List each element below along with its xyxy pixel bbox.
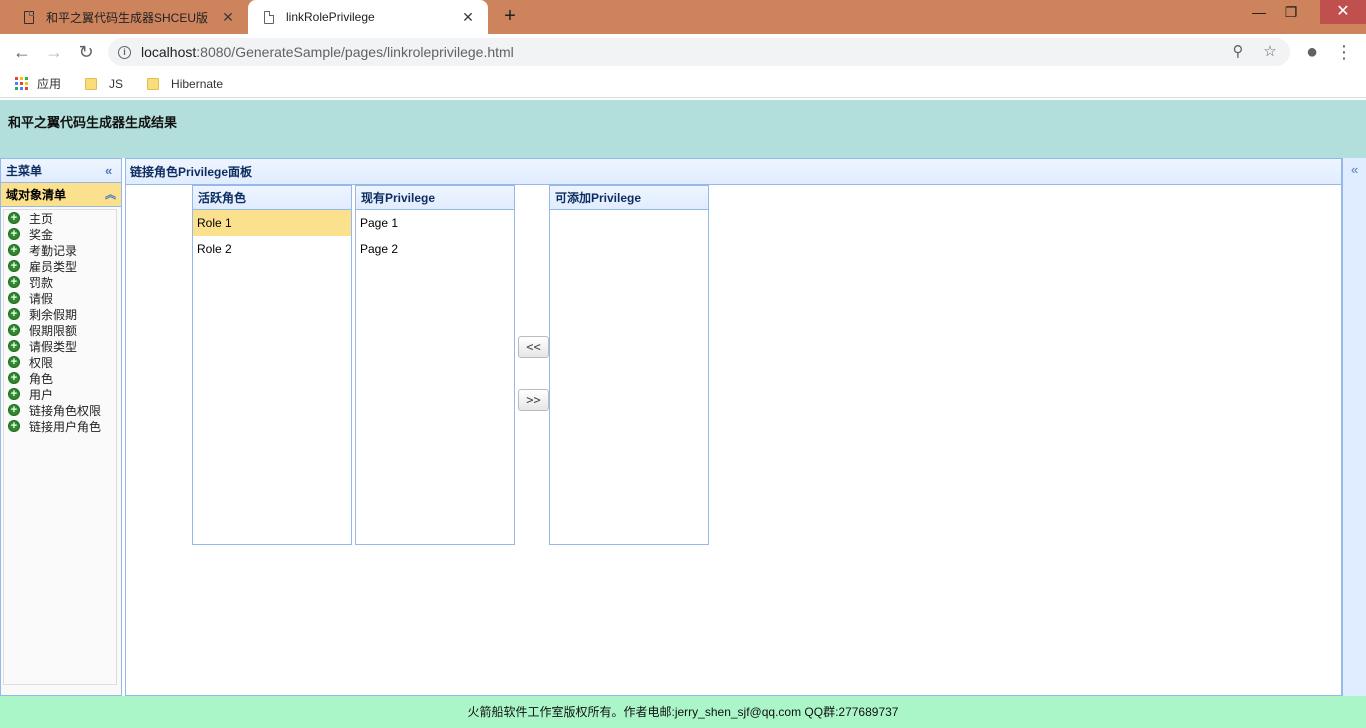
center-panel-header: 链接角色Privilege面板 — [126, 159, 1341, 185]
list-item-page-1[interactable]: Page 1 — [356, 210, 514, 236]
close-tab-icon[interactable]: ✕ — [220, 9, 236, 25]
minimize-window-button[interactable]: — — [1244, 0, 1274, 24]
menu-kebab-icon[interactable]: ⋮ — [1332, 40, 1356, 64]
plus-icon: + — [8, 212, 20, 224]
menu-item-attendance[interactable]: + 考勤记录 — [4, 242, 116, 258]
address-bar[interactable]: i localhost:8080/GenerateSample/pages/li… — [108, 38, 1290, 66]
list-item-role-2[interactable]: Role 2 — [193, 236, 351, 262]
remove-privilege-button[interactable]: >> — [518, 389, 549, 411]
apps-icon — [15, 77, 28, 90]
center-panel-title: 链接角色Privilege面板 — [130, 165, 253, 179]
active-roles-list: 活跃角色 Role 1 Role 2 — [192, 185, 352, 545]
document-icon — [24, 10, 34, 24]
url-text: localhost:8080/GenerateSample/pages/link… — [141, 44, 514, 60]
plus-icon: + — [8, 292, 20, 304]
list-item-role-1[interactable]: Role 1 — [193, 210, 351, 236]
bookmark-apps[interactable]: 应用 — [15, 75, 61, 92]
close-window-button[interactable]: ✕ — [1320, 0, 1366, 24]
document-icon — [264, 10, 274, 24]
current-privileges-list: 现有Privilege Page 1 Page 2 — [355, 185, 515, 545]
menu-item-link-user-role[interactable]: + 链接用户角色 — [4, 418, 116, 434]
plus-icon: + — [8, 324, 20, 336]
plus-icon: + — [8, 276, 20, 288]
plus-icon: + — [8, 340, 20, 352]
tab-title: 和平之翼代码生成器SHCEU版 — [46, 10, 209, 25]
copyright-footer: 火箭船软件工作室版权所有。作者电邮:jerry_shen_sjf@qq.com … — [0, 696, 1366, 728]
browser-tab-linkroleprivilege[interactable]: linkRolePrivilege ✕ — [248, 0, 488, 34]
menu-item-home[interactable]: + 主页 — [4, 210, 116, 226]
menu-item-user[interactable]: + 用户 — [4, 386, 116, 402]
menu-item-bonus[interactable]: + 奖金 — [4, 226, 116, 242]
folder-icon — [147, 77, 160, 90]
menu-item-leave[interactable]: + 请假 — [4, 290, 116, 306]
plus-icon: + — [8, 404, 20, 416]
app-header: 和平之翼代码生成器生成结果 — [0, 100, 1366, 158]
add-privilege-button[interactable]: << — [518, 336, 549, 358]
menu-item-leave-type[interactable]: + 请假类型 — [4, 338, 116, 354]
plus-icon: + — [8, 388, 20, 400]
current-privileges-header: 现有Privilege — [356, 186, 514, 210]
plus-icon: + — [8, 244, 20, 256]
main-menu-title: 主菜单 — [6, 164, 43, 178]
active-roles-header: 活跃角色 — [193, 186, 351, 210]
menu-item-fine[interactable]: + 罚款 — [4, 274, 116, 290]
bookmark-hibernate[interactable]: Hibernate — [147, 77, 223, 91]
chevron-up-icon[interactable]: ︽ — [105, 186, 116, 202]
bookmark-label: 应用 — [37, 77, 62, 91]
menu-item-role[interactable]: + 角色 — [4, 370, 116, 386]
browser-tab-bar: 和平之翼代码生成器SHCEU版 ✕ linkRolePrivilege ✕ + … — [0, 0, 1366, 34]
maximize-window-button[interactable]: ❐ — [1276, 0, 1306, 24]
collapse-left-icon[interactable]: « — [105, 163, 112, 178]
plus-icon: + — [8, 372, 20, 384]
page-title: 和平之翼代码生成器生成结果 — [8, 115, 178, 130]
bookmarks-bar: 应用 JS Hibernate — [0, 70, 1366, 98]
main-menu-panel: 主菜单 « 域对象清单 ︽ + 主页 + 奖金 + 考勤记录 + 雇员类型 + 罚款 + 请… — [0, 158, 122, 696]
back-button[interactable]: ← — [10, 40, 34, 64]
domain-menu-list: + 主页 + 奖金 + 考勤记录 + 雇员类型 + 罚款 + 请假 + 剩余假期 + 假期限额 … — [3, 209, 117, 685]
tab-title: linkRolePrivilege — [286, 10, 375, 24]
reload-button[interactable]: ↻ — [74, 40, 98, 64]
new-tab-button[interactable]: + — [498, 5, 522, 29]
account-icon[interactable]: ● — [1300, 40, 1324, 64]
available-privileges-header: 可添加Privilege — [550, 186, 708, 210]
domain-list-accordion-header[interactable]: 域对象清单 ︽ — [1, 183, 121, 207]
plus-icon: + — [8, 228, 20, 240]
menu-item-link-role-privilege[interactable]: + 链接角色权限 — [4, 402, 116, 418]
plus-icon: + — [8, 260, 20, 272]
menu-item-leave-quota[interactable]: + 假期限额 — [4, 322, 116, 338]
zoom-icon[interactable]: ⚲ — [1228, 42, 1248, 62]
plus-icon: + — [8, 308, 20, 320]
bookmark-star-icon[interactable]: ☆ — [1260, 42, 1280, 62]
available-privileges-list: 可添加Privilege — [549, 185, 709, 545]
menu-item-employee-type[interactable]: + 雇员类型 — [4, 258, 116, 274]
east-collapsed-panel: « — [1342, 158, 1366, 696]
menu-item-remaining-leave[interactable]: + 剩余假期 — [4, 306, 116, 322]
plus-icon: + — [8, 420, 20, 432]
folder-icon — [85, 77, 98, 90]
accordion-title: 域对象清单 — [6, 188, 67, 202]
browser-tab-generator[interactable]: 和平之翼代码生成器SHCEU版 ✕ — [8, 0, 248, 34]
bookmark-label: Hibernate — [171, 76, 224, 91]
bookmark-js[interactable]: JS — [85, 77, 123, 91]
list-item-page-2[interactable]: Page 2 — [356, 236, 514, 262]
close-tab-icon[interactable]: ✕ — [460, 9, 476, 25]
info-icon[interactable]: i — [118, 45, 131, 59]
forward-button[interactable]: → — [42, 40, 66, 64]
menu-item-privilege[interactable]: + 权限 — [4, 354, 116, 370]
bookmark-label: JS — [109, 76, 124, 91]
browser-toolbar: ← → ↻ i localhost:8080/GenerateSample/pa… — [0, 34, 1366, 70]
main-menu-header: 主菜单 « — [1, 159, 121, 183]
expand-panel-icon[interactable]: « — [1351, 162, 1358, 177]
plus-icon: + — [8, 356, 20, 368]
